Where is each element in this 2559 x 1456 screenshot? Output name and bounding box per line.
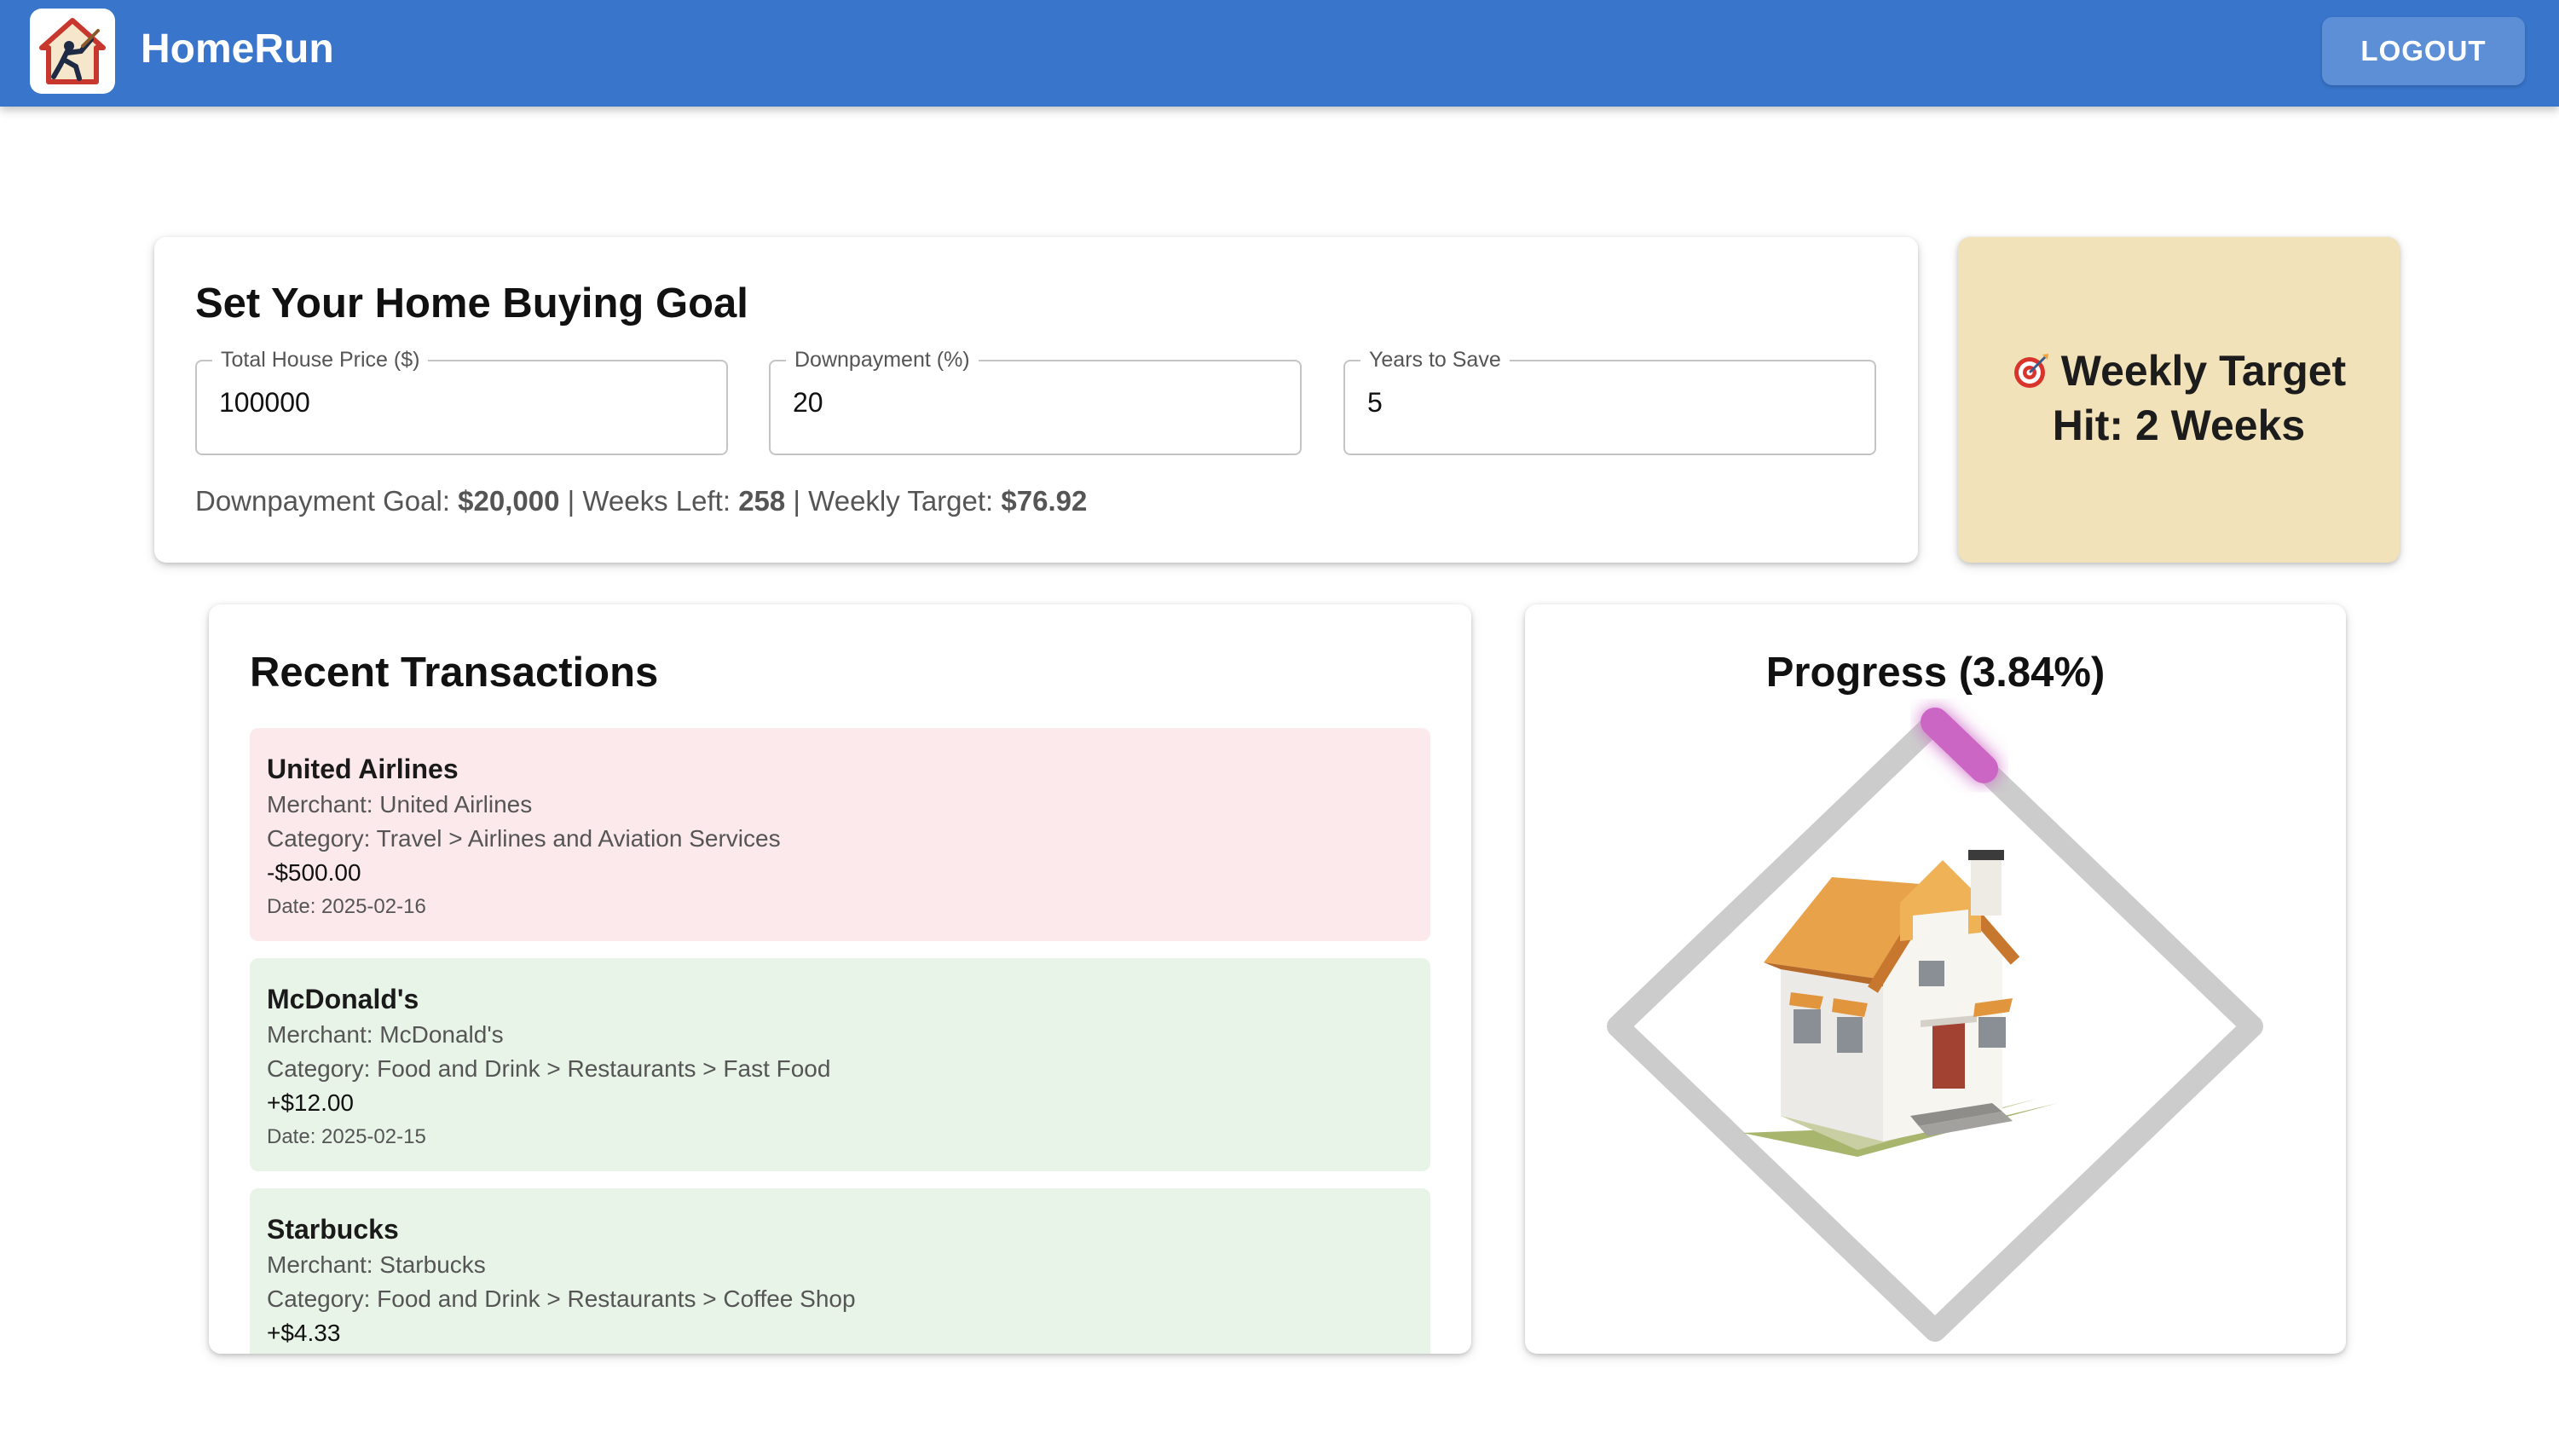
transaction-name: Starbucks	[267, 1214, 399, 1245]
transactions-card: Recent Transactions United Airlines Merc…	[209, 604, 1471, 1354]
weekly-target-line1: Weekly Target	[2060, 347, 2347, 395]
years-to-save-input[interactable]	[1367, 387, 1845, 419]
transaction-name: McDonald's	[267, 984, 419, 1014]
logo-house-batter-icon	[39, 18, 106, 84]
transaction-merchant: Merchant: Starbucks	[267, 1251, 486, 1278]
weekly-target-message: Weekly Target Hit: 2 Weeks	[1958, 344, 2400, 453]
transactions-list[interactable]: United Airlines Merchant: United Airline…	[250, 728, 1430, 1354]
transaction-date: Date: 2025-02-15	[267, 1125, 426, 1148]
years-to-save-label: Years to Save	[1360, 348, 1510, 373]
downpayment-label: Downpayment (%)	[786, 348, 979, 373]
logout-button[interactable]: LOGOUT	[2322, 17, 2525, 85]
app-title: HomeRun	[141, 26, 334, 72]
weekly-target-card: Weekly Target Hit: 2 Weeks	[1958, 237, 2400, 563]
transactions-title: Recent Transactions	[250, 650, 659, 696]
weekly-target-line2: Hit: 2 Weeks	[2052, 402, 2306, 449]
transaction-item: McDonald's Merchant: McDonald's Category…	[250, 958, 1430, 1171]
years-to-save-field[interactable]: Years to Save	[1343, 348, 1876, 455]
transaction-item: Starbucks Merchant: Starbucks Category: …	[250, 1188, 1430, 1354]
weeks-left-label: Weeks Left:	[582, 485, 731, 517]
house-price-label: Total House Price ($)	[212, 348, 429, 373]
transaction-amount: +$4.33	[267, 1320, 341, 1346]
progress-card: Progress (3.84%)	[1525, 604, 2346, 1354]
transaction-name: United Airlines	[267, 754, 459, 784]
transaction-merchant: Merchant: McDonald's	[267, 1021, 504, 1048]
transaction-item: United Airlines Merchant: United Airline…	[250, 728, 1430, 941]
downpayment-goal-label: Downpayment Goal:	[195, 485, 450, 517]
downpayment-goal-value: $20,000	[458, 485, 560, 517]
transaction-date: Date: 2025-02-16	[267, 895, 426, 918]
home-goal-card: Set Your Home Buying Goal Total House Pr…	[154, 237, 1918, 563]
transaction-category: Category: Food and Drink > Restaurants >…	[267, 1286, 856, 1312]
transaction-amount: +$12.00	[267, 1089, 354, 1116]
dart-target-icon	[2013, 354, 2048, 388]
homerun-logo	[30, 9, 115, 94]
transaction-category: Category: Travel > Airlines and Aviation…	[267, 825, 781, 852]
house-illustration	[1742, 850, 2058, 1157]
house-price-input[interactable]	[219, 387, 696, 419]
progress-diamond-graphic	[1607, 708, 2263, 1342]
weeks-left-value: 258	[738, 485, 786, 517]
summary-separator: |	[785, 485, 809, 517]
summary-separator: |	[559, 485, 583, 517]
downpayment-input[interactable]	[793, 387, 1270, 419]
house-price-field[interactable]: Total House Price ($)	[195, 348, 728, 455]
downpayment-field[interactable]: Downpayment (%)	[769, 348, 1302, 455]
weekly-target-label: Weekly Target:	[808, 485, 994, 517]
weekly-target-value: $76.92	[1001, 485, 1088, 517]
transaction-amount: -$500.00	[267, 859, 361, 886]
app-bar: HomeRun LOGOUT	[0, 0, 2559, 107]
goal-summary: Downpayment Goal: $20,000 | Weeks Left: …	[195, 485, 1087, 517]
transaction-merchant: Merchant: United Airlines	[267, 791, 533, 818]
goal-title: Set Your Home Buying Goal	[195, 280, 748, 326]
progress-fill	[1921, 708, 1999, 783]
transaction-category: Category: Food and Drink > Restaurants >…	[267, 1055, 831, 1082]
